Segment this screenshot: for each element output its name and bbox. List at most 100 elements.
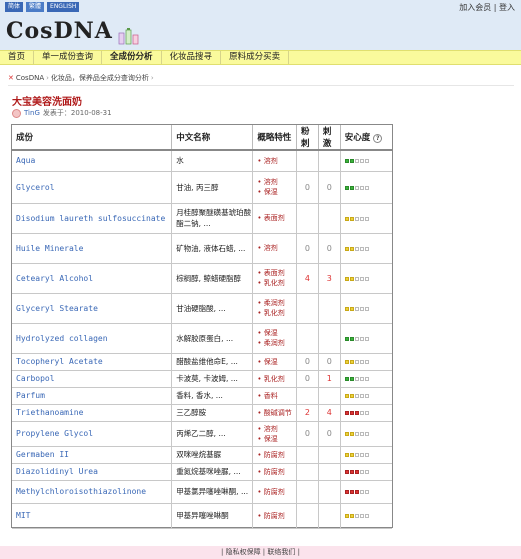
- ingredient-link[interactable]: Methylchloroisothiazolinone: [16, 487, 146, 496]
- function-tag[interactable]: 溶剂: [257, 156, 296, 166]
- function-cell: 防腐剂: [252, 463, 297, 481]
- safety-cell: [340, 293, 392, 324]
- function-tag[interactable]: 保湿: [257, 328, 296, 338]
- safety-box: [354, 246, 359, 251]
- chinese-name-cell: 甘油硬脂酸, ...: [171, 293, 254, 324]
- function-tag[interactable]: 乳化剂: [257, 308, 296, 318]
- language-switcher: 简体 繁體 ENGLISH: [5, 2, 80, 12]
- function-tag[interactable]: 保湿: [257, 187, 296, 197]
- function-tag[interactable]: 保湿: [257, 434, 296, 444]
- ingredient-link[interactable]: Triethanoamine: [16, 408, 83, 417]
- ingredient-link[interactable]: Carbopol: [16, 374, 55, 383]
- safety-box: [364, 490, 369, 494]
- safety-cell: [340, 171, 392, 204]
- acne-score: 0: [296, 421, 319, 447]
- lang-simplified[interactable]: 简体: [5, 2, 24, 12]
- lang-traditional[interactable]: 繁體: [26, 2, 45, 12]
- function-tag[interactable]: 防腐剂: [257, 511, 296, 521]
- table-row: Glycerol甘油, 丙三醇溶剂保湿00: [12, 171, 392, 204]
- function-tag[interactable]: 保湿: [257, 357, 296, 367]
- function-cell: 防腐剂: [252, 446, 297, 464]
- ingredient-link[interactable]: Germaben II: [16, 450, 69, 459]
- ingredient-link[interactable]: Huile Minerale: [16, 244, 83, 253]
- irritant-score: [318, 463, 341, 481]
- safety-cell: [340, 421, 392, 447]
- safety-box: [354, 453, 359, 457]
- safety-box: [364, 306, 369, 311]
- ingredient-link[interactable]: Tocopheryl Acetate: [16, 357, 103, 366]
- ingredient-link[interactable]: Hydrolyzed collagen: [16, 334, 108, 343]
- ingredient-link[interactable]: Propylene Glycol: [16, 429, 93, 438]
- irritant-score: [318, 150, 341, 172]
- safety-box: [344, 159, 349, 164]
- ingredient-link[interactable]: Parfum: [16, 391, 45, 400]
- help-icon[interactable]: ?: [373, 134, 383, 143]
- nav-single-ingredient[interactable]: 单一成份查询: [34, 51, 103, 64]
- safety-box: [344, 276, 349, 281]
- ingredient-link[interactable]: Diazolidinyl Urea: [16, 467, 98, 476]
- safety-box: [349, 276, 354, 281]
- safety-box: [344, 216, 349, 221]
- safety-cell: [340, 150, 392, 172]
- safety-meter: [344, 432, 369, 436]
- safety-box: [354, 216, 359, 221]
- join-member-link[interactable]: 加入会员: [459, 3, 491, 12]
- nav-ingredient-trade[interactable]: 原料成分买卖: [221, 51, 290, 64]
- function-cell: 乳化剂: [252, 370, 297, 388]
- function-tag[interactable]: 防腐剂: [257, 487, 296, 497]
- site-logo[interactable]: CosDNA: [6, 18, 113, 44]
- safety-meter: [344, 490, 369, 494]
- safety-meter: [344, 336, 369, 341]
- nav-home[interactable]: 首页: [0, 51, 35, 64]
- safety-box: [364, 432, 369, 436]
- post-author[interactable]: TinG: [24, 109, 40, 117]
- ingredient-cell: Propylene Glycol: [12, 421, 173, 447]
- breadcrumb-home[interactable]: CosDNA: [16, 74, 44, 82]
- function-cell: 香料: [252, 387, 297, 405]
- safety-meter: [344, 159, 369, 164]
- function-tag[interactable]: 柔润剂: [257, 338, 296, 348]
- close-icon: ✕: [8, 74, 14, 82]
- function-tag[interactable]: 溶剂: [257, 177, 296, 187]
- ingredient-cell: Cetearyl Alcohol: [12, 263, 173, 294]
- irritant-score: 0: [318, 353, 341, 371]
- function-tag[interactable]: 柔润剂: [257, 298, 296, 308]
- function-cell: 溶剂保湿: [252, 421, 297, 447]
- ingredient-link[interactable]: Aqua: [16, 156, 35, 165]
- nav-full-analysis[interactable]: 全成份分析: [102, 51, 162, 64]
- ingredient-cell: Triethanoamine: [12, 404, 173, 422]
- safety-box: [344, 490, 349, 494]
- safety-box: [344, 470, 349, 474]
- chinese-name-cell: 月桂醇聚醚磺基琥珀酸酯二钠, ...: [171, 203, 254, 234]
- ingredient-link[interactable]: MIT: [16, 511, 30, 520]
- ingredient-cell: Glyceryl Stearate: [12, 293, 173, 324]
- safety-box: [344, 432, 349, 436]
- function-tag[interactable]: 溶剂: [257, 424, 296, 434]
- ingredient-link[interactable]: Glyceryl Stearate: [16, 304, 98, 313]
- function-tag[interactable]: 乳化剂: [257, 278, 296, 288]
- login-link[interactable]: 登入: [499, 3, 515, 12]
- safety-box: [359, 159, 364, 164]
- ingredient-link[interactable]: Disodium laureth sulfosuccinate: [16, 214, 165, 223]
- function-tag[interactable]: 表面剂: [257, 213, 296, 223]
- function-tag[interactable]: 乳化剂: [257, 374, 296, 384]
- safety-box: [359, 514, 364, 518]
- function-tag[interactable]: 表面剂: [257, 268, 296, 278]
- safety-cell: [340, 233, 392, 264]
- safety-box: [344, 514, 349, 518]
- ingredient-link[interactable]: Cetearyl Alcohol: [16, 274, 93, 283]
- function-tag[interactable]: 溶剂: [257, 243, 296, 253]
- lang-english[interactable]: ENGLISH: [47, 2, 80, 12]
- function-tag[interactable]: 香料: [257, 391, 296, 401]
- function-tag[interactable]: 酸碱调节: [257, 408, 296, 418]
- ingredient-link[interactable]: Glycerol: [16, 183, 55, 192]
- breadcrumb-current[interactable]: 化妆品，保养品全成分查询分析: [51, 73, 149, 83]
- table-row: Methylchloroisothiazolinone 甲基氯异噻唑啉酮, ...…: [12, 480, 392, 504]
- account-links: 加入会员 | 登入: [459, 2, 515, 13]
- function-tag[interactable]: 防腐剂: [257, 467, 296, 477]
- function-tag[interactable]: 防腐剂: [257, 450, 296, 460]
- safety-box: [359, 453, 364, 457]
- table-row: Parfum 香料, 香水, ...香料: [12, 387, 392, 405]
- nav-cosmetics-search[interactable]: 化妆品搜寻: [162, 51, 222, 64]
- safety-box: [349, 185, 354, 190]
